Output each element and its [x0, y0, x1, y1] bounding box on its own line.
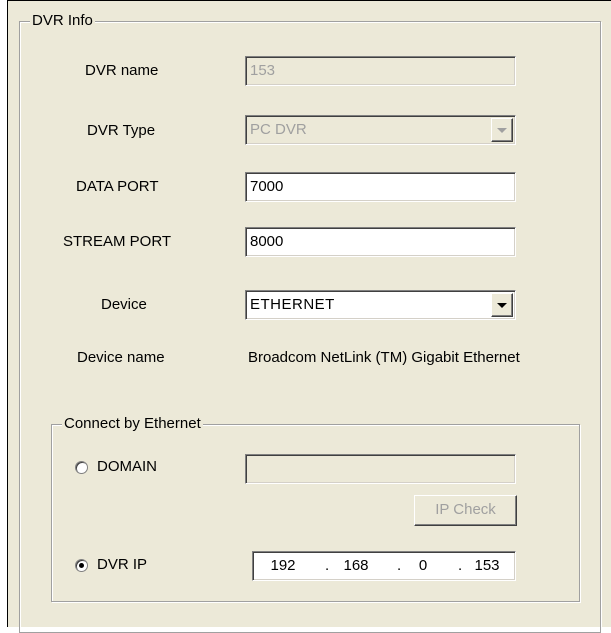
domain-label[interactable]: DOMAIN — [97, 457, 157, 477]
stream-port-value: 8000 — [250, 233, 284, 250]
device-select[interactable]: ETHERNET — [245, 290, 516, 320]
stream-port-label: STREAM PORT — [63, 233, 172, 250]
ip-octet-3[interactable]: 0 — [403, 552, 443, 580]
stream-port-input[interactable]: 8000 — [245, 227, 516, 257]
ip-separator: . — [397, 557, 402, 574]
dvr-ip-radio[interactable] — [75, 559, 88, 572]
data-port-label: DATA PORT — [76, 178, 159, 195]
ip-check-label: IP Check — [435, 501, 496, 518]
dvr-type-value: PC DVR — [250, 121, 307, 138]
dvr-ip-label[interactable]: DVR IP — [97, 555, 147, 575]
ip-separator: . — [458, 557, 463, 574]
dvr-type-label: DVR Type — [87, 122, 156, 139]
data-port-input[interactable]: 7000 — [245, 172, 516, 202]
dvr-name-value: 153 — [250, 62, 276, 79]
dvr-type-select: PC DVR — [245, 115, 516, 145]
dvr-type-dropdown-button — [491, 118, 513, 142]
dvr-name-label: DVR name — [85, 62, 159, 79]
domain-radio[interactable] — [75, 461, 88, 474]
data-port-value: 7000 — [250, 178, 284, 195]
ip-separator: . — [325, 557, 330, 574]
ip-check-button: IP Check — [414, 495, 517, 526]
device-name-label: Device name — [77, 349, 165, 366]
device-label: Device — [101, 296, 147, 313]
chevron-down-icon — [497, 303, 507, 308]
chevron-down-icon — [497, 128, 507, 133]
device-name-value: Broadcom NetLink (TM) Gigabit Ethernet — [248, 349, 520, 366]
dvr-info-title: DVR Info — [30, 12, 95, 30]
connect-by-ethernet-title: Connect by Ethernet — [62, 415, 203, 433]
ip-octet-1[interactable]: 192 — [263, 552, 303, 580]
dvr-name-field: 153 — [245, 56, 516, 86]
ip-octet-2[interactable]: 168 — [336, 552, 376, 580]
domain-input — [245, 454, 516, 484]
ip-octet-4[interactable]: 153 — [467, 552, 507, 580]
radio-selected-dot — [79, 563, 84, 568]
dvr-ip-address-field[interactable]: 192 . 168 . 0 . 153 — [252, 551, 516, 581]
dvr-info-dialog: DVR Info DVR name 153 DVR Type PC DVR DA… — [7, 0, 611, 633]
device-dropdown-button[interactable] — [491, 293, 513, 317]
device-value: ETHERNET — [250, 296, 335, 313]
